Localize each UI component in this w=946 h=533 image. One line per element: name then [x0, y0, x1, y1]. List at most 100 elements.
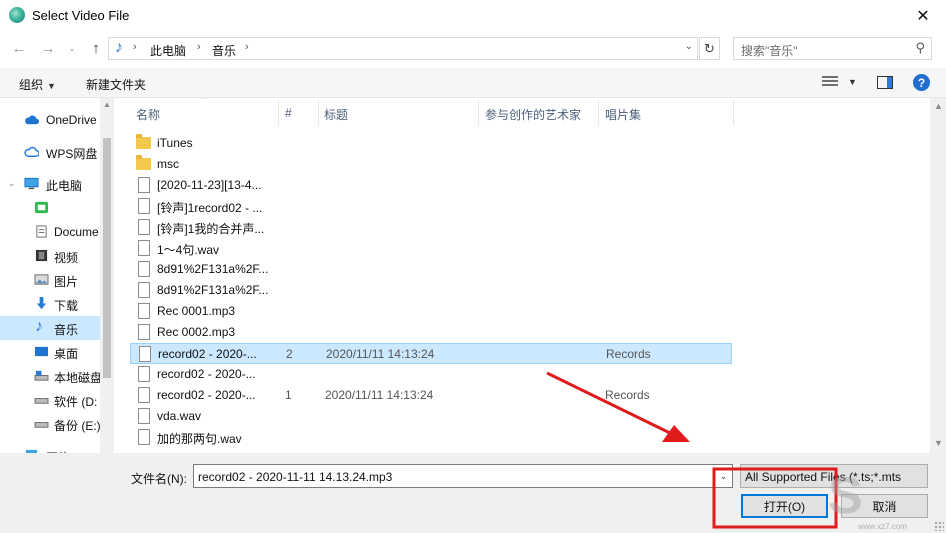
- up-button[interactable]: ↑: [86, 38, 106, 58]
- new-folder-button[interactable]: 新建文件夹: [86, 76, 146, 93]
- breadcrumb-separator-icon: ›: [133, 41, 137, 53]
- caret-down-icon[interactable]: ▼: [848, 77, 857, 87]
- caret-down-icon: ▼: [47, 81, 56, 91]
- scroll-up-icon[interactable]: ▲: [103, 100, 111, 109]
- nav-item-label: WPS网盘: [46, 147, 98, 161]
- dialog-footer: 文件名(N): record02 - 2020-11-11 14.13.24.m…: [0, 453, 946, 533]
- breadcrumb-this-pc[interactable]: 此电脑: [150, 42, 186, 59]
- album-name: Records: [605, 388, 650, 402]
- file-name: 1～4句.wav: [157, 243, 220, 257]
- address-bar[interactable]: ♪ › 此电脑 › 音乐 › ⌄: [108, 37, 698, 60]
- file-icon: [138, 387, 150, 403]
- nav-item-wps-drive[interactable]: WPS网盘: [0, 140, 100, 164]
- file-row[interactable]: [2020-11-23][13-4...: [130, 175, 732, 196]
- nav-item-drive-e[interactable]: 备份 (E:): [0, 412, 101, 436]
- file-row[interactable]: 加的那两句.wav: [130, 427, 732, 448]
- breadcrumb-music[interactable]: 音乐: [212, 42, 236, 59]
- file-list-scrollbar[interactable]: ▲ ▼: [930, 98, 946, 453]
- column-header-name[interactable]: 名称: [136, 106, 160, 123]
- chevron-down-icon[interactable]: ⌄: [714, 465, 732, 487]
- column-header-album[interactable]: 唱片集: [605, 106, 641, 123]
- nav-item-videos[interactable]: 视频: [0, 244, 100, 268]
- close-button[interactable]: ✕: [900, 0, 946, 32]
- computer-icon: [24, 177, 39, 190]
- file-row[interactable]: 8d91%2F131a%2F...: [130, 259, 732, 280]
- column-header-number[interactable]: #: [285, 106, 292, 120]
- nav-item-desktop[interactable]: 桌面: [0, 340, 100, 364]
- nav-item-drive-d[interactable]: 软件 (D:: [0, 388, 100, 412]
- watermark-url: www.xz7.com: [858, 522, 907, 531]
- nav-item-music[interactable]: ♪ 音乐: [0, 316, 100, 340]
- file-row[interactable]: record02 - 2020-... 1 2020/11/11 14:13:24 R…: [130, 385, 732, 406]
- file-icon: [138, 366, 150, 382]
- file-row[interactable]: 8d91%2F131a%2F...: [130, 280, 732, 301]
- preview-pane-icon[interactable]: [877, 76, 893, 89]
- nav-item-this-pc[interactable]: ⌄ 此电脑: [0, 172, 100, 196]
- nav-item-documents[interactable]: Docume: [0, 220, 100, 244]
- breadcrumb-separator-icon: ›: [245, 41, 249, 53]
- download-icon: [36, 297, 47, 310]
- file-icon: [138, 261, 150, 277]
- breadcrumb-separator-icon: ›: [197, 41, 201, 53]
- nav-item-pictures[interactable]: 图片: [0, 268, 100, 292]
- nav-item-network[interactable]: › 网络: [0, 444, 100, 453]
- address-dropdown-icon[interactable]: ⌄: [685, 41, 693, 52]
- nav-item-downloads[interactable]: 下载: [0, 292, 100, 316]
- file-icon: [138, 177, 150, 193]
- filename-input[interactable]: record02 - 2020-11-11 14.13.24.mp3 ⌄: [193, 464, 733, 488]
- column-divider[interactable]: [733, 100, 734, 126]
- nav-item-local-disk[interactable]: 本地磁盘: [0, 364, 103, 388]
- arrow-up-icon: ↑: [92, 39, 100, 57]
- file-row[interactable]: record02 - 2020-...: [130, 364, 732, 385]
- file-icon: [138, 240, 150, 256]
- column-divider[interactable]: [318, 100, 319, 126]
- file-row[interactable]: [铃声]1record02 - ...: [130, 196, 732, 217]
- file-row[interactable]: 1～4句.wav: [130, 238, 732, 259]
- file-row[interactable]: msc: [130, 154, 732, 175]
- column-divider[interactable]: [278, 100, 279, 126]
- file-icon: [138, 282, 150, 298]
- scroll-down-icon[interactable]: ▼: [934, 438, 943, 448]
- filename-label: 文件名(N):: [131, 472, 187, 486]
- column-header-artist[interactable]: 参与创作的艺术家: [485, 106, 581, 123]
- resize-grip-icon[interactable]: [934, 521, 944, 531]
- nav-pane-scrollbar[interactable]: ▲: [100, 98, 114, 453]
- track-number: 2: [286, 347, 293, 361]
- nav-item-app[interactable]: [0, 196, 100, 220]
- forward-button[interactable]: →: [38, 38, 58, 58]
- scroll-up-icon[interactable]: ▲: [934, 101, 943, 111]
- view-details-icon[interactable]: [822, 76, 838, 88]
- file-list: ^ 名称 # 标题 参与创作的艺术家 唱片集 iTunes msc [2020-11…: [118, 98, 930, 453]
- recent-locations-button[interactable]: ⌄: [62, 38, 82, 58]
- file-name: [2020-11-23][13-4...: [157, 178, 262, 192]
- file-row[interactable]: iTunes: [130, 133, 732, 154]
- file-name: record02 - 2020-...: [157, 367, 256, 381]
- file-row[interactable]: record02 - 2020-... 2 2020/11/11 14:13:24 R…: [130, 343, 732, 364]
- nav-item-label: Docume: [54, 225, 99, 239]
- file-icon: [138, 303, 150, 319]
- file-row[interactable]: Rec 0002.mp3: [130, 322, 732, 343]
- file-row[interactable]: [铃声]1我的合并声...: [130, 217, 732, 238]
- column-header-title[interactable]: 标题: [324, 106, 348, 123]
- nav-item-label: 本地磁盘: [54, 371, 103, 385]
- back-button[interactable]: ←: [9, 38, 29, 58]
- nav-item-onedrive[interactable]: OneDrive: [0, 108, 100, 132]
- documents-icon: [36, 225, 47, 238]
- file-row[interactable]: vda.wav: [130, 406, 732, 427]
- picture-icon: [34, 274, 49, 285]
- organize-button[interactable]: 组织 ▼: [19, 76, 56, 93]
- expander-icon[interactable]: ⌄: [8, 178, 16, 189]
- organize-label: 组织: [19, 78, 44, 92]
- refresh-icon: ↻: [704, 40, 715, 56]
- search-input[interactable]: 搜索"音乐" ⚲: [733, 37, 932, 60]
- open-button[interactable]: 打开(O): [741, 494, 828, 518]
- column-divider[interactable]: [598, 100, 599, 126]
- help-icon[interactable]: ?: [913, 74, 930, 91]
- video-icon: [35, 249, 48, 262]
- file-name: [铃声]1record02 - ...: [157, 201, 263, 215]
- column-divider[interactable]: [478, 100, 479, 126]
- file-row[interactable]: Rec 0001.mp3: [130, 301, 732, 322]
- scrollbar-thumb[interactable]: [103, 138, 111, 378]
- refresh-button[interactable]: ↻: [699, 37, 720, 60]
- arrow-left-icon: ←: [11, 39, 27, 57]
